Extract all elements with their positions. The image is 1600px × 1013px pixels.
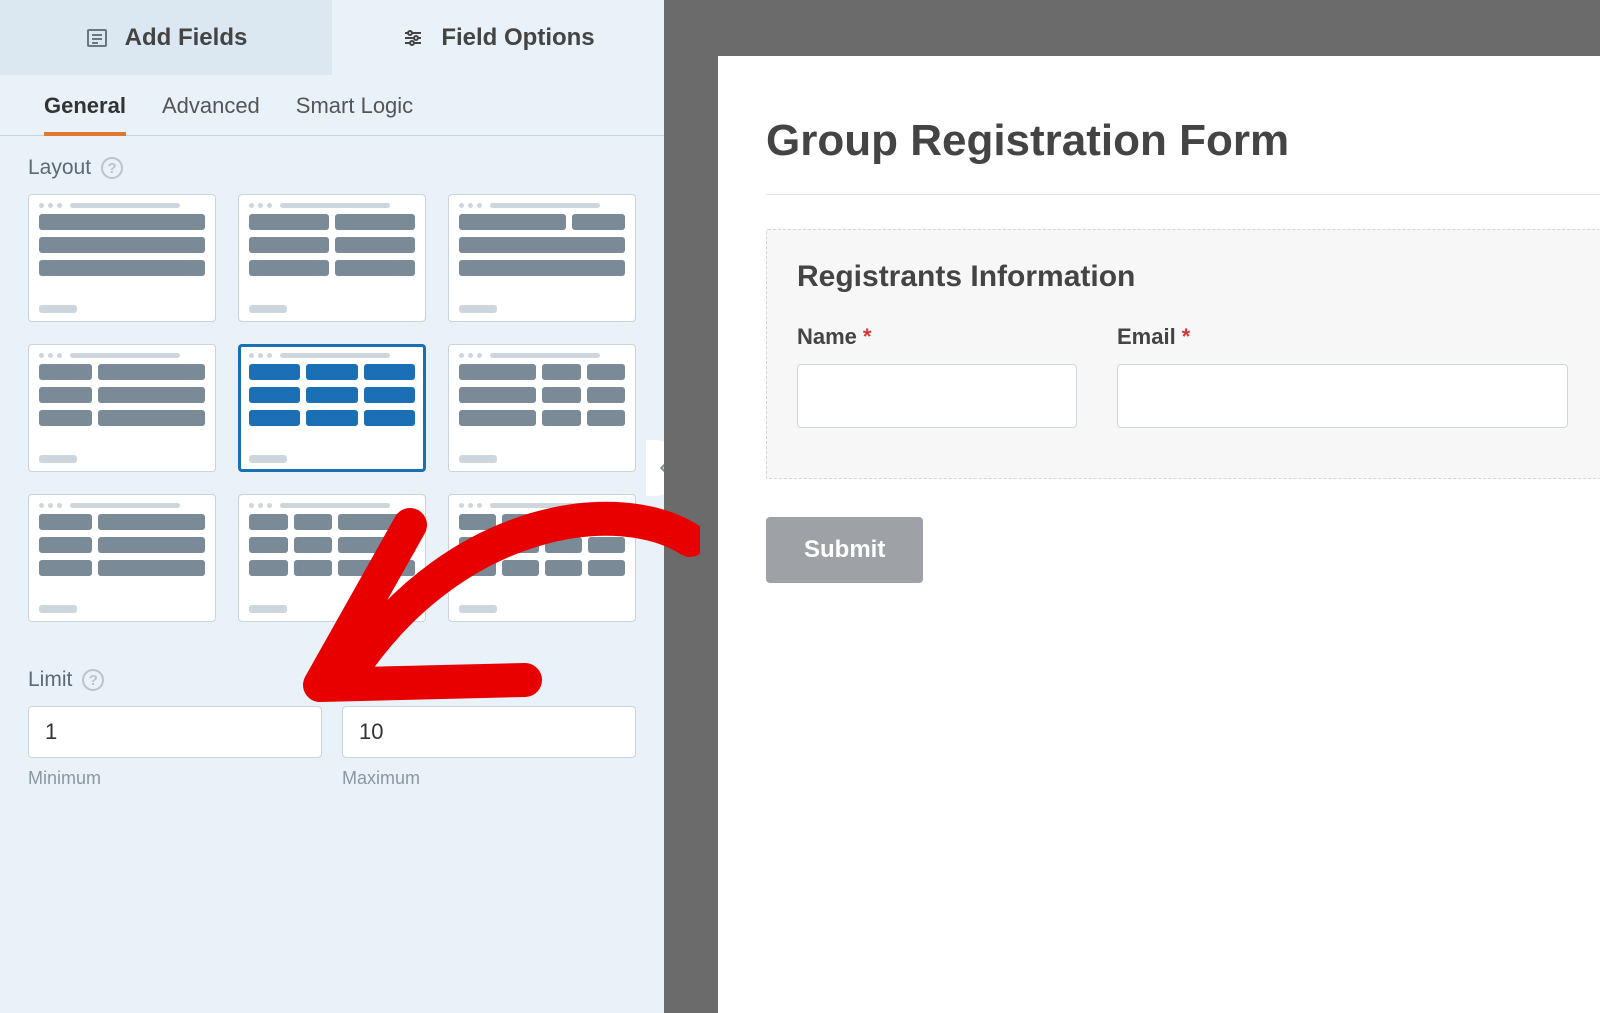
layout-option-3col[interactable] [238, 344, 426, 472]
field-email: Email* [1117, 324, 1568, 428]
help-icon[interactable]: ? [101, 157, 123, 179]
name-label: Name [797, 324, 857, 349]
limit-section: Limit ? Minimum Maximum [0, 648, 664, 789]
limit-max-label: Maximum [342, 768, 636, 789]
layout-section: Layout ? [0, 136, 664, 622]
group-title: Registrants Information [797, 260, 1568, 294]
field-options-sidebar: Add Fields Field Options General Advance… [0, 0, 664, 1013]
top-tabs: Add Fields Field Options [0, 0, 664, 75]
form-title: Group Registration Form [766, 116, 1600, 195]
sliders-icon [401, 26, 425, 50]
layout-label-row: Layout ? [28, 156, 636, 180]
limit-max-input[interactable] [342, 706, 636, 758]
list-icon [85, 26, 109, 50]
tab-add-fields[interactable]: Add Fields [0, 0, 332, 75]
limit-label: Limit [28, 668, 72, 692]
layout-option-2-1[interactable] [448, 344, 636, 472]
help-icon[interactable]: ? [82, 669, 104, 691]
email-label: Email [1117, 324, 1176, 349]
layout-option-1-2b[interactable] [28, 344, 216, 472]
layout-option-1col[interactable] [28, 194, 216, 322]
limit-min-label: Minimum [28, 768, 322, 789]
sub-tab-advanced[interactable]: Advanced [162, 93, 260, 135]
email-label-row: Email* [1117, 324, 1568, 350]
field-name: Name* [797, 324, 1077, 428]
layout-option-1-2c[interactable] [28, 494, 216, 622]
sub-tab-general[interactable]: General [44, 93, 126, 135]
layout-grid [28, 194, 636, 622]
layout-option-4col[interactable] [448, 494, 636, 622]
layout-option-2col[interactable] [238, 194, 426, 322]
sub-tabs: General Advanced Smart Logic [0, 75, 664, 136]
form-preview: Group Registration Form Registrants Info… [718, 56, 1600, 1013]
required-mark: * [1182, 324, 1191, 349]
tab-field-options-label: Field Options [441, 24, 594, 52]
preview-area: Group Registration Form Registrants Info… [664, 0, 1600, 1013]
name-label-row: Name* [797, 324, 1077, 350]
sub-tab-smart-logic[interactable]: Smart Logic [296, 93, 413, 135]
tab-add-fields-label: Add Fields [125, 24, 248, 52]
limit-max-col: Maximum [342, 706, 636, 789]
email-input[interactable] [1117, 364, 1568, 428]
limit-min-input[interactable] [28, 706, 322, 758]
tab-field-options[interactable]: Field Options [332, 0, 664, 75]
layout-label: Layout [28, 156, 91, 180]
limit-min-col: Minimum [28, 706, 322, 789]
repeater-group[interactable]: Registrants Information Name* Email* [766, 229, 1600, 479]
required-mark: * [863, 324, 872, 349]
layout-option-1-1-2[interactable] [238, 494, 426, 622]
layout-option-1-2[interactable] [448, 194, 636, 322]
limit-label-row: Limit ? [28, 668, 636, 692]
submit-button[interactable]: Submit [766, 517, 923, 583]
name-input[interactable] [797, 364, 1077, 428]
